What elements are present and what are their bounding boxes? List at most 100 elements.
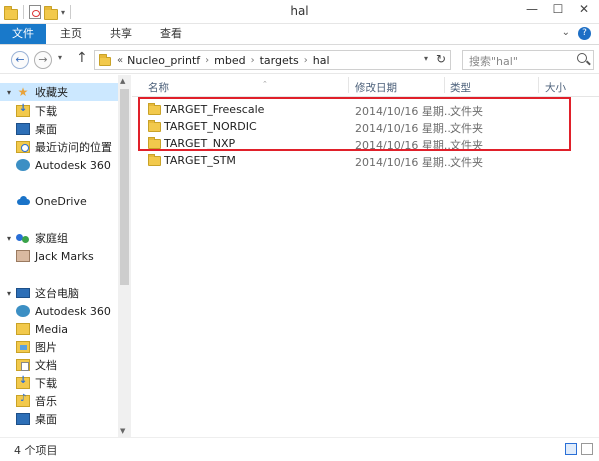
minimize-icon[interactable]: — — [523, 2, 541, 16]
nav-label: Jack Marks — [35, 249, 94, 263]
breadcrumb-item[interactable]: mbed — [214, 54, 245, 67]
column-divider[interactable] — [348, 77, 349, 93]
folder-icon — [148, 154, 161, 166]
star-icon: ★ — [17, 85, 29, 99]
nav-label: 图片 — [35, 341, 57, 354]
desktop-icon — [16, 413, 30, 425]
up-button[interactable]: ↑ — [76, 50, 88, 66]
nav-label: 这台电脑 — [35, 287, 79, 300]
expand-ribbon-icon[interactable]: ⌄ — [562, 27, 570, 40]
column-divider[interactable] — [538, 77, 539, 93]
column-divider[interactable] — [444, 77, 445, 93]
scroll-up-icon[interactable]: ▲ — [120, 77, 125, 85]
nav-homegroup[interactable]: ▾ 家庭组 — [0, 229, 120, 247]
file-name: TARGET_STM — [164, 154, 236, 167]
breadcrumb-item[interactable]: Nucleo_printf — [127, 54, 200, 67]
column-header-size[interactable]: 大小 — [545, 80, 566, 95]
nav-music[interactable]: 音乐 — [0, 392, 120, 410]
nav-favorites[interactable]: ▾ ★ 收藏夹 — [0, 83, 120, 101]
nav-recent-places[interactable]: 最近访问的位置 — [0, 138, 120, 156]
column-header-date[interactable]: 修改日期 — [355, 80, 397, 95]
collapse-arrow-icon[interactable]: ▾ — [4, 289, 14, 298]
nav-autodesk-360[interactable]: Autodesk 360 — [0, 156, 120, 174]
address-overflow[interactable]: « — [117, 55, 123, 66]
file-type: 文件夹 — [450, 156, 483, 169]
nav-label: 音乐 — [35, 395, 57, 408]
scrollbar-thumb[interactable] — [120, 89, 129, 285]
large-icons-view-icon[interactable] — [581, 443, 593, 455]
back-button[interactable]: ← — [11, 51, 29, 69]
breadcrumb-item[interactable]: targets — [260, 54, 299, 67]
tab-view[interactable]: 查看 — [146, 24, 196, 44]
close-icon[interactable]: ✕ — [575, 2, 593, 16]
nav-scrollbar[interactable]: ▲ ▼ — [118, 75, 131, 437]
window-controls: — ☐ ✕ — [523, 2, 593, 16]
nav-label: 文档 — [35, 359, 57, 372]
onedrive-icon — [16, 195, 30, 207]
item-count: 4 个项目 — [14, 444, 58, 457]
documents-icon — [16, 359, 30, 371]
ribbon-tabs: 文件 主页 共享 查看 ⌄ ? — [0, 24, 599, 45]
nav-label: 桌面 — [35, 413, 57, 426]
maximize-icon[interactable]: ☐ — [549, 2, 567, 16]
column-header-name[interactable]: 名称 — [148, 80, 169, 95]
folder-icon — [99, 53, 111, 66]
navigation-bar: ← → ▾ ↑ « Nucleo_printf › mbed › targets… — [0, 46, 599, 74]
computer-icon — [16, 288, 30, 298]
column-headers: ⌃ 名称 修改日期 类型 大小 — [132, 75, 599, 97]
ribbon-right-controls: ⌄ ? — [562, 27, 591, 40]
nav-desktop-pc[interactable]: 桌面 — [0, 410, 120, 428]
nav-user[interactable]: Jack Marks — [0, 247, 120, 265]
downloads-icon — [16, 103, 30, 117]
help-icon[interactable]: ? — [578, 27, 591, 40]
nav-desktop[interactable]: 桌面 — [0, 120, 120, 138]
desktop-icon — [16, 123, 30, 135]
nav-downloads-pc[interactable]: 下载 — [0, 374, 120, 392]
autodesk-icon — [16, 305, 30, 317]
window-title: hal — [290, 4, 309, 18]
nav-label: 下载 — [35, 377, 57, 390]
nav-onedrive[interactable]: OneDrive — [0, 192, 120, 210]
collapse-arrow-icon[interactable]: ▾ — [4, 234, 14, 243]
tab-share[interactable]: 共享 — [96, 24, 146, 44]
status-bar: 4 个项目 — [0, 437, 599, 461]
address-bar[interactable]: « Nucleo_printf › mbed › targets › hal ▾… — [94, 50, 451, 70]
nav-media[interactable]: Media — [0, 320, 120, 338]
view-switcher — [565, 443, 593, 455]
nav-this-pc[interactable]: ▾ 这台电脑 — [0, 284, 120, 302]
file-date: 2014/10/16 星期... — [355, 156, 455, 169]
address-dropdown-icon[interactable]: ▾ — [424, 54, 428, 63]
nav-documents[interactable]: 文档 — [0, 356, 120, 374]
breadcrumb-chevron-icon[interactable]: › — [251, 55, 255, 66]
scroll-down-icon[interactable]: ▼ — [120, 427, 125, 435]
nav-label: Media — [35, 322, 69, 336]
file-row[interactable]: TARGET_STM 2014/10/16 星期... 文件夹 — [140, 153, 580, 169]
search-placeholder: 搜索"hal" — [469, 55, 518, 68]
breadcrumb-chevron-icon[interactable]: › — [205, 55, 209, 66]
tab-file[interactable]: 文件 — [0, 24, 46, 44]
column-header-type[interactable]: 类型 — [450, 80, 471, 95]
recent-locations-icon[interactable]: ▾ — [58, 53, 62, 62]
nav-label: 家庭组 — [35, 232, 68, 245]
homegroup-icon — [16, 232, 30, 244]
nav-label: 最近访问的位置 — [35, 141, 112, 154]
nav-label: 收藏夹 — [35, 86, 68, 99]
search-input[interactable]: 搜索"hal" — [462, 50, 594, 70]
nav-label: Autodesk 360 — [35, 158, 111, 172]
breadcrumb-item[interactable]: hal — [313, 54, 330, 67]
tab-home[interactable]: 主页 — [46, 24, 96, 44]
collapse-arrow-icon[interactable]: ▾ — [4, 88, 14, 97]
folder-icon — [16, 323, 30, 335]
forward-button[interactable]: → — [34, 51, 52, 69]
nav-downloads[interactable]: 下载 — [0, 102, 120, 120]
nav-autodesk-360-pc[interactable]: Autodesk 360 — [0, 302, 120, 320]
search-icon[interactable] — [577, 53, 587, 63]
navigation-pane: ▾ ★ 收藏夹 下载 桌面 最近访问的位置 Autodesk 360 OneDr… — [0, 75, 131, 437]
recent-places-icon — [16, 141, 30, 153]
nav-pictures[interactable]: 图片 — [0, 338, 120, 356]
highlight-annotation-box — [138, 97, 571, 151]
refresh-icon[interactable]: ↻ — [436, 52, 446, 66]
details-view-icon[interactable] — [565, 443, 577, 455]
breadcrumb-chevron-icon[interactable]: › — [304, 55, 308, 66]
music-icon — [16, 393, 30, 407]
